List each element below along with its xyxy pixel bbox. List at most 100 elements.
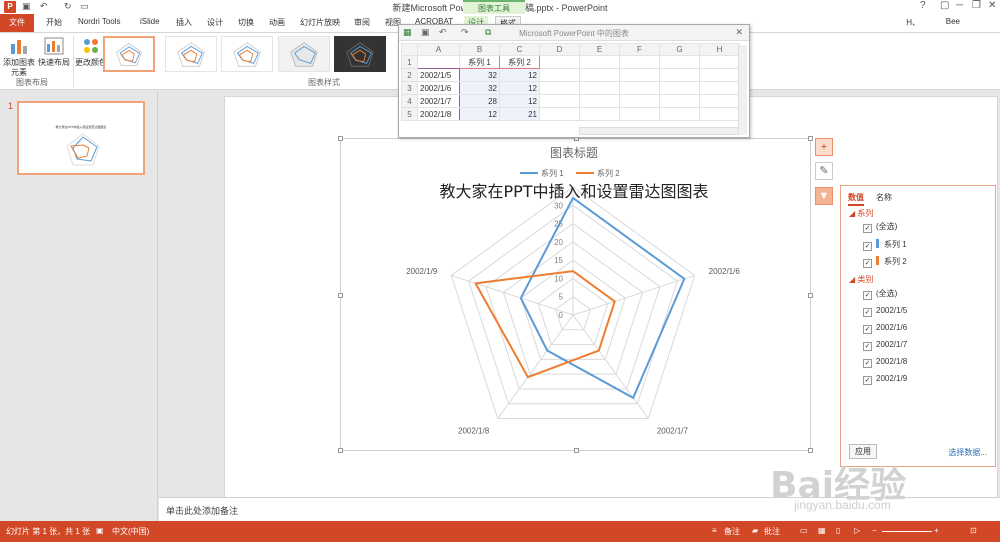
close-icon[interactable]: ✕: [735, 27, 743, 38]
cell[interactable]: [699, 55, 740, 69]
column-header[interactable]: C: [499, 43, 540, 56]
chart-legend[interactable]: 系列 1 系列 2: [520, 168, 620, 178]
horizontal-scrollbar[interactable]: [579, 127, 739, 135]
checkbox[interactable]: ✓: [863, 259, 872, 268]
filter-category-select-all[interactable]: ✓ (全选): [863, 289, 897, 301]
cell[interactable]: [699, 68, 740, 82]
cell[interactable]: [619, 94, 660, 108]
cell[interactable]: [619, 68, 660, 82]
filter-section-series[interactable]: ◢ 系列: [849, 208, 873, 219]
zoom-in-icon[interactable]: +: [934, 526, 939, 535]
user-name[interactable]: Bee: [946, 17, 960, 26]
checkbox[interactable]: ✓: [863, 308, 872, 317]
cell[interactable]: [659, 68, 700, 82]
slide-sorter-icon[interactable]: ▦: [818, 526, 826, 535]
chart-styles-brush-icon[interactable]: ✎: [815, 162, 833, 180]
tab-design[interactable]: 设计: [207, 17, 223, 28]
ribbon-display-icon[interactable]: ▢: [940, 0, 949, 11]
filter-series-item-2[interactable]: ✓ 系列 2: [863, 256, 907, 268]
tab-home[interactable]: 开始: [46, 17, 62, 28]
tab-islide[interactable]: iSlide: [140, 17, 160, 26]
cell[interactable]: [579, 68, 620, 82]
zoom-out-icon[interactable]: −: [872, 526, 877, 535]
comments-toggle[interactable]: 批注: [764, 526, 780, 537]
cell-date[interactable]: 2002/1/6: [417, 81, 460, 95]
language-indicator[interactable]: 中文(中国): [112, 526, 149, 537]
checkbox[interactable]: ✓: [863, 291, 872, 300]
slide-title[interactable]: 教大家在PPT中插入和设置雷达图图表: [439, 182, 708, 201]
cell-date[interactable]: 2002/1/7: [417, 94, 460, 108]
cell[interactable]: [579, 94, 620, 108]
column-header[interactable]: F: [619, 43, 660, 56]
filter-category-item[interactable]: ✓ 2002/1/7: [863, 340, 907, 352]
cell[interactable]: [539, 107, 580, 121]
cell[interactable]: [539, 68, 580, 82]
cell-header-series-1[interactable]: 系列 1: [459, 55, 500, 69]
cell[interactable]: [579, 107, 620, 121]
tab-review[interactable]: 审阅: [354, 17, 370, 28]
minimize-button[interactable]: ─: [956, 0, 963, 11]
cell[interactable]: [659, 55, 700, 69]
cell[interactable]: [659, 81, 700, 95]
filter-category-item[interactable]: ✓ 2002/1/8: [863, 357, 907, 369]
reading-view-icon[interactable]: ▯: [836, 526, 840, 535]
cell-value[interactable]: 28: [459, 94, 500, 108]
filter-section-categories[interactable]: ◢ 类别: [849, 274, 873, 285]
cell[interactable]: [539, 94, 580, 108]
cell-value[interactable]: 12: [499, 81, 540, 95]
cell[interactable]: [699, 94, 740, 108]
filter-category-item[interactable]: ✓ 2002/1/6: [863, 323, 907, 335]
filter-category-item[interactable]: ✓ 2002/1/5: [863, 306, 907, 318]
filter-series-select-all[interactable]: ✓ (全选): [863, 222, 897, 234]
chart-title[interactable]: 图表标题: [550, 146, 598, 160]
checkbox[interactable]: ✓: [863, 325, 872, 334]
slideshow-icon[interactable]: ▷: [854, 526, 860, 535]
chart-elements-button[interactable]: +: [815, 138, 833, 156]
cell-date[interactable]: 2002/1/5: [417, 68, 460, 82]
restore-button[interactable]: ❐: [972, 0, 981, 11]
cell[interactable]: [539, 55, 580, 69]
slide-thumbnail[interactable]: 教大家在PPT中插入和设置雷达图图表: [17, 101, 145, 175]
cell-value[interactable]: 32: [459, 81, 500, 95]
tab-transitions[interactable]: 切换: [238, 17, 254, 28]
chart-data-sheet-window[interactable]: ▦ ▣ ↶ ↷ ⧉ Microsoft PowerPoint 中的图表 ✕ A …: [398, 24, 750, 138]
column-header[interactable]: G: [659, 43, 700, 56]
cell-value[interactable]: 32: [459, 68, 500, 82]
close-button[interactable]: ✕: [988, 0, 996, 11]
tab-slideshow[interactable]: 幻灯片放映: [300, 17, 340, 28]
cell-value[interactable]: 21: [499, 107, 540, 121]
row-header[interactable]: 5: [401, 107, 418, 121]
cell-value[interactable]: 12: [499, 68, 540, 82]
notes-toggle[interactable]: 备注: [724, 526, 740, 537]
fit-to-window-icon[interactable]: ⊡: [970, 526, 977, 535]
column-header[interactable]: A: [417, 43, 460, 56]
tab-file[interactable]: 文件: [0, 14, 34, 32]
cell-header-series-2[interactable]: 系列 2: [499, 55, 540, 69]
cell-value[interactable]: 12: [459, 107, 500, 121]
checkbox[interactable]: ✓: [863, 242, 872, 251]
cell-date[interactable]: 2002/1/8: [417, 107, 460, 121]
cell[interactable]: [619, 107, 660, 121]
tab-insert[interactable]: 插入: [176, 17, 192, 28]
column-header[interactable]: B: [459, 43, 500, 56]
column-header[interactable]: D: [539, 43, 580, 56]
data-table[interactable]: A B C D E F G H 1 系列 1 系列 2 2 2002/1/5 3…: [401, 43, 740, 121]
chart-style-4[interactable]: [278, 36, 330, 72]
checkbox[interactable]: ✓: [863, 376, 872, 385]
chart-style-1[interactable]: [103, 36, 155, 72]
chart-style-5[interactable]: [334, 36, 386, 72]
column-header[interactable]: E: [579, 43, 620, 56]
tab-nordri-tools[interactable]: Nordri Tools: [78, 17, 121, 26]
checkbox[interactable]: ✓: [863, 342, 872, 351]
cell[interactable]: [619, 81, 660, 95]
filter-series-item-1[interactable]: ✓ 系列 1: [863, 239, 907, 251]
row-header[interactable]: 1: [401, 55, 418, 69]
filter-tab-values[interactable]: 数值: [848, 192, 864, 206]
cell[interactable]: [539, 81, 580, 95]
notes-icon[interactable]: ≡: [712, 526, 717, 535]
filter-tab-names[interactable]: 名称: [876, 192, 892, 203]
chart-style-3[interactable]: [221, 36, 273, 72]
chart-filters-funnel-icon[interactable]: ▼: [815, 187, 833, 205]
row-header[interactable]: 2: [401, 68, 418, 82]
tab-animations[interactable]: 动画: [269, 17, 285, 28]
